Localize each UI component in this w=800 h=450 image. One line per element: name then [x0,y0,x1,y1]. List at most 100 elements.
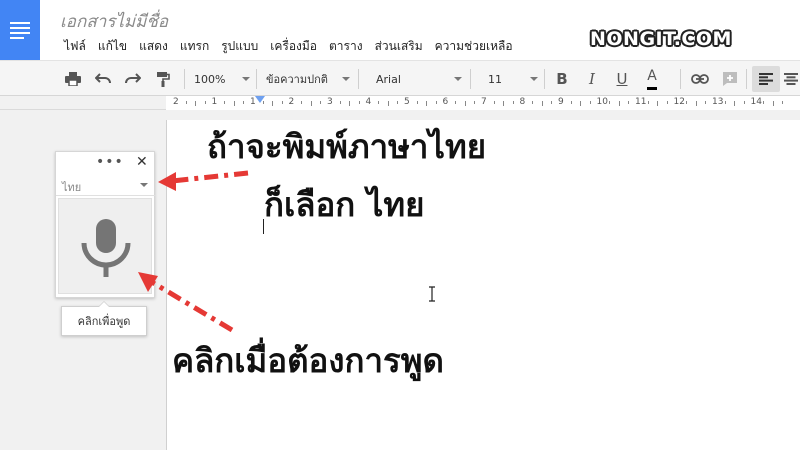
font-value: Arial [376,72,401,86]
menu-insert[interactable]: แทรก [174,38,215,54]
zoom-select[interactable]: 100% [194,61,250,97]
voice-typing-panel: ••• ✕ ไทย [55,151,156,298]
ruler-tick [387,101,389,106]
insert-comment-icon[interactable] [718,61,742,97]
docs-logo-icon[interactable] [0,0,40,60]
ruler-tick [358,101,360,104]
annotation-thai-instruction: ถ้าจะพิมพ์ภาษาไทย [207,127,487,166]
voice-typing-titlebar[interactable]: ••• ✕ [56,152,156,174]
ruler-label: 5 [404,97,410,107]
ruler-tick [310,101,312,106]
bold-button[interactable]: B [550,61,574,97]
ruler-tick [657,101,659,106]
ruler-tick [512,101,514,104]
menu-file[interactable]: ไฟล์ [58,38,92,54]
style-value: ข้อความปกติ [266,73,328,86]
paint-format-icon[interactable] [150,61,176,97]
ruler-tick [195,101,197,106]
chevron-down-icon [140,183,148,187]
link-icon[interactable] [688,61,712,97]
style-select[interactable]: ข้อความปกติ [266,61,350,97]
ruler-tick [397,101,399,104]
chevron-down-icon [342,77,350,81]
ruler-tick [272,101,274,106]
redo-icon[interactable] [120,61,146,97]
ruler-label: 12 [673,97,685,107]
menu-format[interactable]: รูปแบบ [215,38,264,54]
ruler-tick [532,101,534,104]
ruler-label: 7 [481,97,487,107]
ruler-tick [772,101,774,106]
chevron-down-icon [454,77,462,81]
ruler-tick [743,101,745,104]
annotation-click-to-speak: คลิกเมื่อต้องการพูด [172,341,444,380]
ruler-label: 14 [750,97,762,107]
ruler-tick [580,101,582,106]
ruler-tick [416,101,418,104]
toolbar-divider [184,69,185,89]
ruler-tick [281,101,283,104]
ruler-tick [763,101,765,104]
ruler-tick [503,101,505,106]
ruler-tick [349,101,351,106]
ruler-tick [724,101,726,104]
ruler-tick [320,101,322,104]
menu-tools[interactable]: เครื่องมือ [264,38,323,54]
menu-addons[interactable]: ส่วนเสริม [369,38,429,54]
ruler-tick [464,101,466,106]
microphone-button[interactable] [58,198,152,294]
ruler-tick [551,101,553,104]
zoom-value: 100% [194,72,226,86]
ruler-tick [570,101,572,104]
toolbar-divider [544,69,545,89]
menu-edit[interactable]: แก้ไข [92,38,133,54]
ruler-label: 8 [519,97,526,107]
ruler-tick [609,101,611,104]
app-header: เอกสารไม่มีชื่อ ไฟล์ แก้ไข แสดง แทรก รูป… [0,0,800,60]
ruler-tick [782,101,784,104]
text-color-button[interactable]: A [640,61,664,97]
menu-table[interactable]: ตาราง [323,38,369,54]
menu-bar: ไฟล์ แก้ไข แสดง แทรก รูปแบบ เครื่องมือ ต… [58,38,519,54]
ruler-tick [204,101,206,104]
ruler-label: 2 [173,97,179,107]
font-select[interactable]: Arial [376,61,462,97]
ruler-tick [224,101,226,104]
indent-marker-icon[interactable] [255,96,265,103]
ruler-tick [686,101,688,104]
underline-button[interactable]: U [610,61,634,97]
ruler-label: 3 [327,97,333,107]
ruler[interactable]: 2 1 1 2 3 4 5 6 7 8 9 10 11 12 13 14 [0,96,800,110]
ruler-label: 6 [442,97,449,107]
font-size-select[interactable]: 11 [488,61,538,97]
font-size-value: 11 [488,72,502,86]
close-icon[interactable]: ✕ [136,154,148,170]
ruler-label: 2 [288,97,295,107]
italic-button[interactable]: I [580,61,604,97]
annotation-select-thai: ก็เลือก ไทย [264,185,425,224]
ruler-label: 9 [558,97,564,107]
toolbar-divider [358,69,359,89]
ruler-label: 13 [712,97,724,107]
voice-language-select[interactable]: ไทย [56,174,156,196]
site-watermark: NONGIT.COM [590,28,732,50]
drag-handle-icon[interactable]: ••• [96,154,124,170]
ruler-tick [474,101,476,104]
ruler-tick [426,101,428,106]
menu-help[interactable]: ความช่วยเหลือ [429,38,519,54]
align-center-icon[interactable] [784,61,800,97]
print-icon[interactable] [60,61,86,97]
ruler-tick [705,101,707,104]
ibeam-cursor-icon [429,286,435,302]
align-left-icon[interactable] [752,66,780,92]
ruler-tick [243,101,245,104]
document-title[interactable]: เอกสารไม่มีชื่อ [60,8,168,35]
ruler-tick [233,101,235,106]
ruler-tick [734,101,736,106]
undo-icon[interactable] [90,61,116,97]
menu-view[interactable]: แสดง [133,38,174,54]
ruler-tick [493,101,495,104]
toolbar-divider [680,69,681,89]
toolbar-divider [470,69,471,89]
ruler-label: 4 [365,97,372,107]
